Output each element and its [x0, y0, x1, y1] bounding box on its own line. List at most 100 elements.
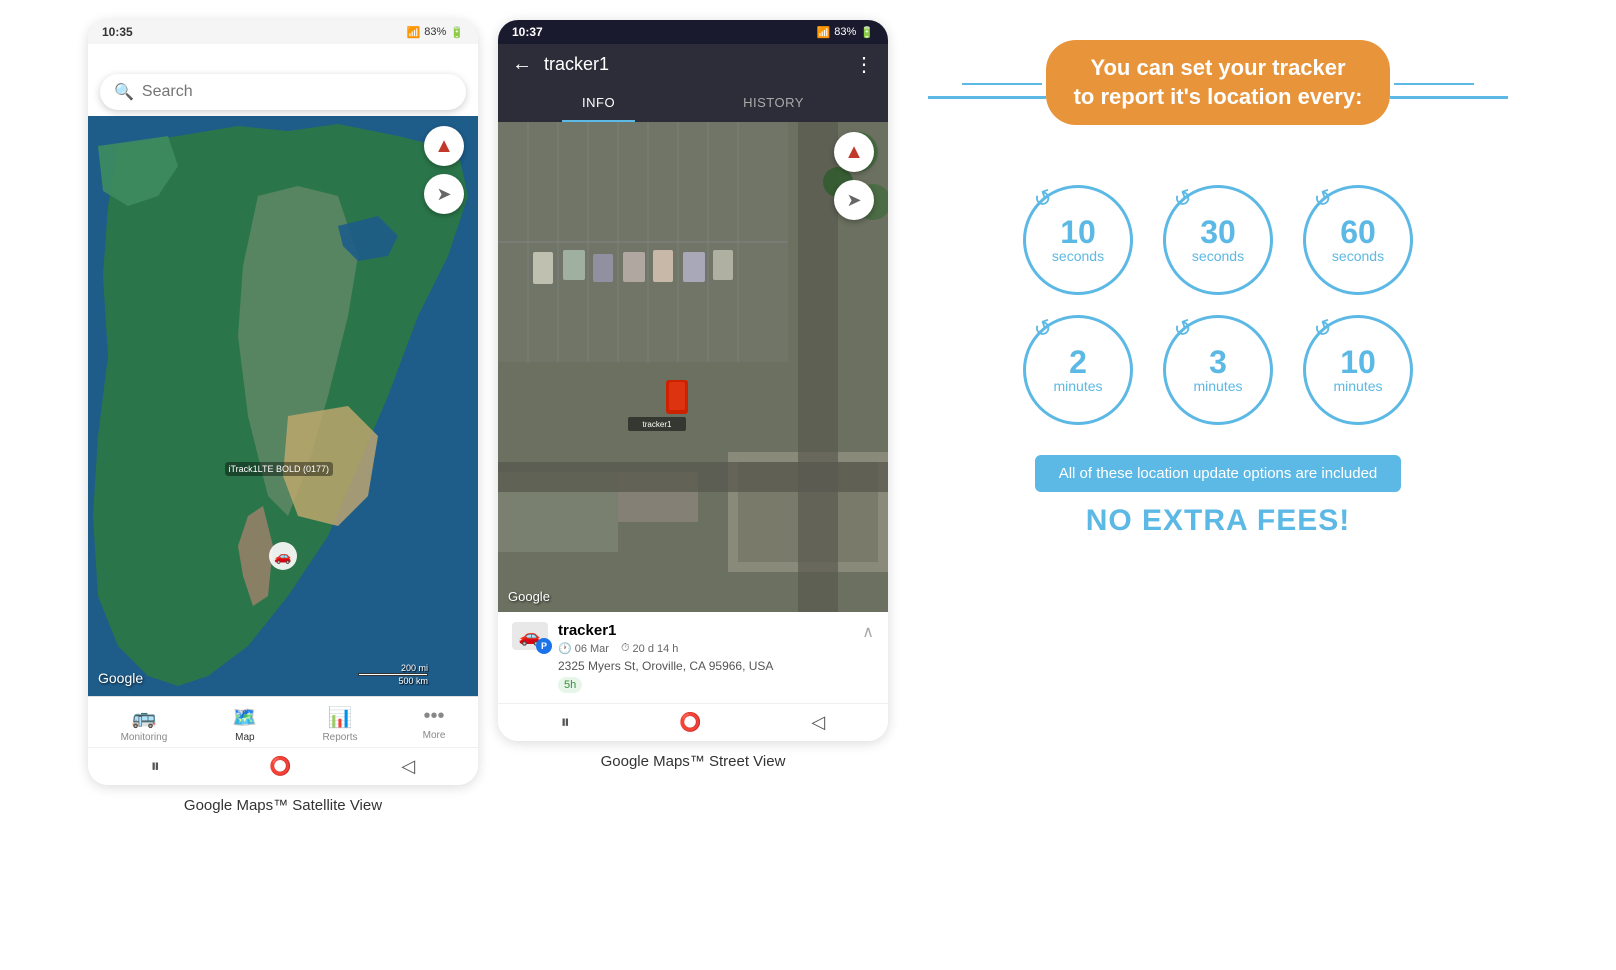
android-back-2[interactable]: ⏸	[561, 712, 570, 733]
map-icon: 🗺️	[232, 705, 257, 730]
nav-more[interactable]: ••• More	[423, 705, 446, 743]
no-fees-text: NO EXTRA FEES!	[1086, 504, 1351, 538]
tracker-info-panel: 🚗 P tracker1 🕐 06 Mar ⏱ 20 d 1	[498, 612, 888, 703]
info-title-box: You can set your trackerto report it's l…	[1046, 40, 1391, 125]
tab-info[interactable]: INFO	[562, 85, 635, 122]
phone1-status-bar: 10:35 📶 83% 🔋	[88, 20, 478, 44]
tracker-address: 2325 Myers St, Oroville, CA 95966, USA	[558, 659, 852, 673]
android-back[interactable]: ⏸	[151, 756, 160, 777]
circle-2min-number: 2	[1069, 346, 1087, 378]
phone2-mockup: 10:37 📶 83% 🔋 ← tracker1 ⋮ INFO	[498, 20, 888, 741]
circle-30sec-number: 30	[1200, 216, 1236, 248]
circles-grid: ↺ 10 seconds ↺ 30 seconds ↺ 60 seconds	[1023, 185, 1413, 425]
circle-30sec: ↺ 30 seconds	[1163, 185, 1273, 295]
nav-monitoring-label: Monitoring	[121, 732, 168, 743]
phone2-signal: 📶	[817, 26, 831, 39]
arrow-10min: ↺	[1310, 314, 1336, 345]
circle-2min-unit: minutes	[1053, 378, 1102, 394]
circle-60sec-number: 60	[1340, 216, 1376, 248]
compass-button[interactable]: ▲	[424, 126, 464, 166]
arrow-30sec: ↺	[1170, 184, 1196, 215]
google-label-2: Google	[508, 589, 550, 604]
svg-text:tracker1: tracker1	[643, 420, 672, 429]
nav-reports-label: Reports	[322, 732, 357, 743]
tracker-duration: ⏱ 20 d 14 h	[621, 642, 678, 655]
circle-10sec-ring: ↺ 10 seconds	[1023, 185, 1133, 295]
right-line	[1390, 96, 1508, 99]
aerial-map-svg: tracker1	[498, 122, 888, 612]
time-badge: 5h	[558, 677, 582, 693]
android-recents[interactable]: ◁	[401, 756, 415, 777]
tracker-date: 🕐 06 Mar	[558, 642, 609, 655]
satellite-map-container[interactable]: 🚗 ▲ ➤ iTrack1LTE BOLD (0177)	[88, 116, 478, 696]
circle-10min-ring: ↺ 10 minutes	[1303, 315, 1413, 425]
tracker-label: iTrack1LTE BOLD (0177)	[225, 462, 334, 476]
arrow-3min: ↺	[1170, 314, 1196, 345]
search-bar[interactable]: 🔍	[100, 74, 466, 110]
phone1-mockup: 10:35 📶 83% 🔋 🔍	[88, 20, 478, 785]
included-box: All of these location update options are…	[1035, 455, 1402, 492]
phone1-battery: 83%	[424, 26, 446, 38]
nav-reports[interactable]: 📊 Reports	[322, 705, 357, 743]
tracker-meta: 🕐 06 Mar ⏱ 20 d 14 h	[558, 642, 852, 655]
circle-3min-ring: ↺ 3 minutes	[1163, 315, 1273, 425]
tracker-title: tracker1	[544, 54, 842, 75]
nav-more-label: More	[423, 730, 446, 741]
compass-button-2[interactable]: ▲	[834, 132, 874, 172]
satellite-map: 🚗 ▲ ➤ iTrack1LTE BOLD (0177)	[88, 116, 478, 696]
circle-10sec: ↺ 10 seconds	[1023, 185, 1133, 295]
included-text: All of these location update options are…	[1059, 465, 1378, 482]
phone2-battery: 83%	[834, 26, 856, 38]
android-home[interactable]: ⭕	[269, 756, 291, 777]
tab-history[interactable]: HISTORY	[723, 85, 824, 122]
arrow-60sec: ↺	[1310, 184, 1336, 215]
tracker-name: tracker1	[558, 622, 852, 639]
circle-60sec: ↺ 60 seconds	[1303, 185, 1413, 295]
bottom-nav: 🚌 Monitoring 🗺️ Map 📊 Reports ••• More	[88, 696, 478, 747]
clock-icon: 🕐	[558, 642, 572, 655]
android-home-2[interactable]: ⭕	[679, 712, 701, 733]
circle-10min: ↺ 10 minutes	[1303, 315, 1413, 425]
monitoring-icon: 🚌	[131, 705, 156, 730]
phone2-caption: Google Maps™ Street View	[601, 741, 786, 774]
title-section: You can set your trackerto report it's l…	[928, 40, 1508, 155]
navigation-button-2[interactable]: ➤	[834, 180, 874, 220]
phone1-battery-icon: 🔋	[450, 26, 464, 39]
nav-monitoring[interactable]: 🚌 Monitoring	[121, 705, 168, 743]
info-title-text: You can set your trackerto report it's l…	[1074, 55, 1363, 109]
android-nav: ⏸ ⭕ ◁	[88, 747, 478, 785]
tracker-parking-badge: P	[536, 638, 552, 654]
phone2-tabs: INFO HISTORY	[498, 85, 888, 122]
circle-3min-unit: minutes	[1193, 378, 1242, 394]
nav-map-label: Map	[235, 732, 254, 743]
circle-10sec-number: 10	[1060, 216, 1096, 248]
tracker-details: tracker1 🕐 06 Mar ⏱ 20 d 14 h 2325 My	[558, 622, 852, 693]
more-icon: •••	[424, 705, 445, 728]
circle-30sec-ring: ↺ 30 seconds	[1163, 185, 1273, 295]
infographic-panel: You can set your trackerto report it's l…	[908, 20, 1528, 558]
phone1-signal: 📶	[407, 26, 421, 39]
tracker-avatar: 🚗 P	[512, 622, 548, 650]
nav-map[interactable]: 🗺️ Map	[232, 705, 257, 743]
circle-30sec-unit: seconds	[1192, 248, 1244, 264]
chevron-up-icon[interactable]: ∧	[862, 622, 874, 642]
aerial-map[interactable]: tracker1 ▲ ➤ Google	[498, 122, 888, 612]
phone2-status-bar: 10:37 📶 83% 🔋	[498, 20, 888, 44]
svg-text:🚗: 🚗	[274, 548, 291, 565]
circle-2min: ↺ 2 minutes	[1023, 315, 1133, 425]
arrow-2min: ↺	[1030, 314, 1056, 345]
circle-2min-ring: ↺ 2 minutes	[1023, 315, 1133, 425]
map2-controls: ▲ ➤	[834, 132, 874, 220]
circle-3min-number: 3	[1209, 346, 1227, 378]
circle-10sec-unit: seconds	[1052, 248, 1104, 264]
back-button[interactable]: ←	[512, 53, 532, 76]
phone2-battery-icon: 🔋	[860, 26, 874, 39]
circle-3min: ↺ 3 minutes	[1163, 315, 1273, 425]
android-nav-2: ⏸ ⭕ ◁	[498, 703, 888, 741]
android-recents-2[interactable]: ◁	[811, 712, 825, 733]
more-options-button[interactable]: ⋮	[854, 52, 874, 77]
phone2-time: 10:37	[512, 25, 543, 39]
arrow-10sec: ↺	[1030, 184, 1056, 215]
navigation-button[interactable]: ➤	[424, 174, 464, 214]
search-input[interactable]	[142, 83, 452, 101]
